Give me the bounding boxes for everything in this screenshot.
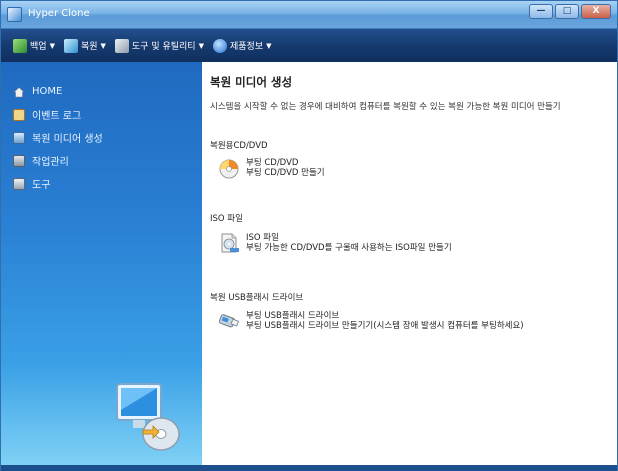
entry-description: 부팅 가능한 CD/DVD를 구울때 사용하는 ISO파일 만들기 (246, 243, 452, 253)
create-boot-cd-dvd[interactable]: 부팅 CD/DVD 부팅 CD/DVD 만들기 (218, 157, 325, 179)
sidebar-item-label: HOME (32, 86, 63, 97)
main-panel: 복원 미디어 생성 시스템을 시작할 수 없는 경우에 대비하여 컴퓨터를 복원… (202, 62, 617, 465)
entry-title: 부팅 USB플래시 드라이브 (246, 311, 340, 321)
sidebar-nav: HOME 이벤트 로그 복원 미디어 생성 작업관리 도구 (13, 80, 103, 195)
menu-backup[interactable]: 백업 ▼ (11, 36, 62, 56)
entry-title: 부팅 CD/DVD (246, 158, 299, 168)
window-title: Hyper Clone (28, 8, 90, 19)
menu-restore[interactable]: 복원 ▼ (62, 36, 113, 56)
computer-disc-illustration (116, 383, 180, 451)
media-icon (13, 131, 25, 144)
sidebar-item-home[interactable]: HOME (13, 80, 103, 103)
maximize-button[interactable]: □ (555, 4, 579, 19)
sidebar-item-label: 작업관리 (32, 157, 69, 168)
chevron-down-icon: ▼ (266, 41, 272, 50)
close-button[interactable]: X (581, 4, 611, 19)
menu-tools-label: 도구 및 유틸리티 (131, 42, 196, 52)
entry-description: 부팅 CD/DVD 만들기 (246, 168, 325, 178)
sidebar-item-label: 복원 미디어 생성 (32, 134, 103, 145)
page-description: 시스템을 시작할 수 없는 경우에 대비하여 컴퓨터를 복원할 수 있는 복원 … (210, 102, 561, 112)
menu-product-info[interactable]: 제품정보 ▼ (211, 36, 279, 56)
app-logo-icon (7, 7, 22, 22)
home-icon (13, 86, 25, 98)
chevron-down-icon: ▼ (198, 41, 204, 50)
backup-icon (13, 38, 27, 53)
section-heading-cd-dvd: 복원용CD/DVD (210, 141, 268, 151)
create-boot-usb-drive[interactable]: 부팅 USB플래시 드라이브 부팅 USB플래시 드라이브 만들기기(시스템 장… (218, 310, 524, 332)
section-heading-iso: ISO 파일 (210, 214, 243, 224)
tools-icon (114, 38, 129, 53)
sidebar-item-event-log[interactable]: 이벤트 로그 (13, 103, 103, 126)
info-icon (212, 38, 227, 53)
iso-file-icon (221, 233, 239, 253)
sidebar-item-task-manager[interactable]: 작업관리 (13, 149, 103, 172)
title-bar: Hyper Clone — □ X (1, 1, 617, 29)
sidebar-item-label: 도구 (32, 180, 51, 191)
app-window: Hyper Clone — □ X 백업 ▼ 복원 ▼ 도구 및 유틸리티 ▼ … (0, 0, 618, 471)
menu-product-info-label: 제품정보 (229, 42, 264, 52)
section-heading-usb: 복원 USB플래시 드라이브 (210, 293, 304, 303)
chevron-down-icon: ▼ (100, 41, 106, 50)
task-icon (13, 154, 25, 167)
menu-restore-label: 복원 (80, 42, 98, 52)
menu-backup-label: 백업 (30, 42, 47, 52)
menu-bar: 백업 ▼ 복원 ▼ 도구 및 유틸리티 ▼ 제품정보 ▼ (1, 29, 617, 62)
log-icon (13, 108, 25, 121)
sidebar: HOME 이벤트 로그 복원 미디어 생성 작업관리 도구 (1, 62, 202, 465)
chevron-down-icon: ▼ (49, 41, 55, 50)
window-controls: — □ X (529, 4, 611, 19)
menu-tools[interactable]: 도구 및 유틸리티 ▼ (113, 36, 211, 56)
entry-title: ISO 파일 (246, 233, 279, 243)
minimize-button[interactable]: — (529, 4, 553, 19)
sidebar-item-create-media[interactable]: 복원 미디어 생성 (13, 126, 103, 149)
entry-description: 부팅 USB플래시 드라이브 만들기기(시스템 장애 발생시 컴퓨터를 부팅하세… (246, 321, 524, 331)
sidebar-item-label: 이벤트 로그 (32, 111, 82, 122)
restore-icon (63, 38, 78, 53)
sidebar-item-tools[interactable]: 도구 (13, 172, 103, 195)
status-bar (1, 465, 617, 471)
cd-dvd-icon (219, 159, 239, 179)
tool-icon (13, 177, 25, 190)
create-iso-file[interactable]: ISO 파일 부팅 가능한 CD/DVD를 구울때 사용하는 ISO파일 만들기 (218, 232, 452, 254)
usb-drive-icon (218, 314, 239, 328)
page-title: 복원 미디어 생성 (210, 75, 293, 89)
